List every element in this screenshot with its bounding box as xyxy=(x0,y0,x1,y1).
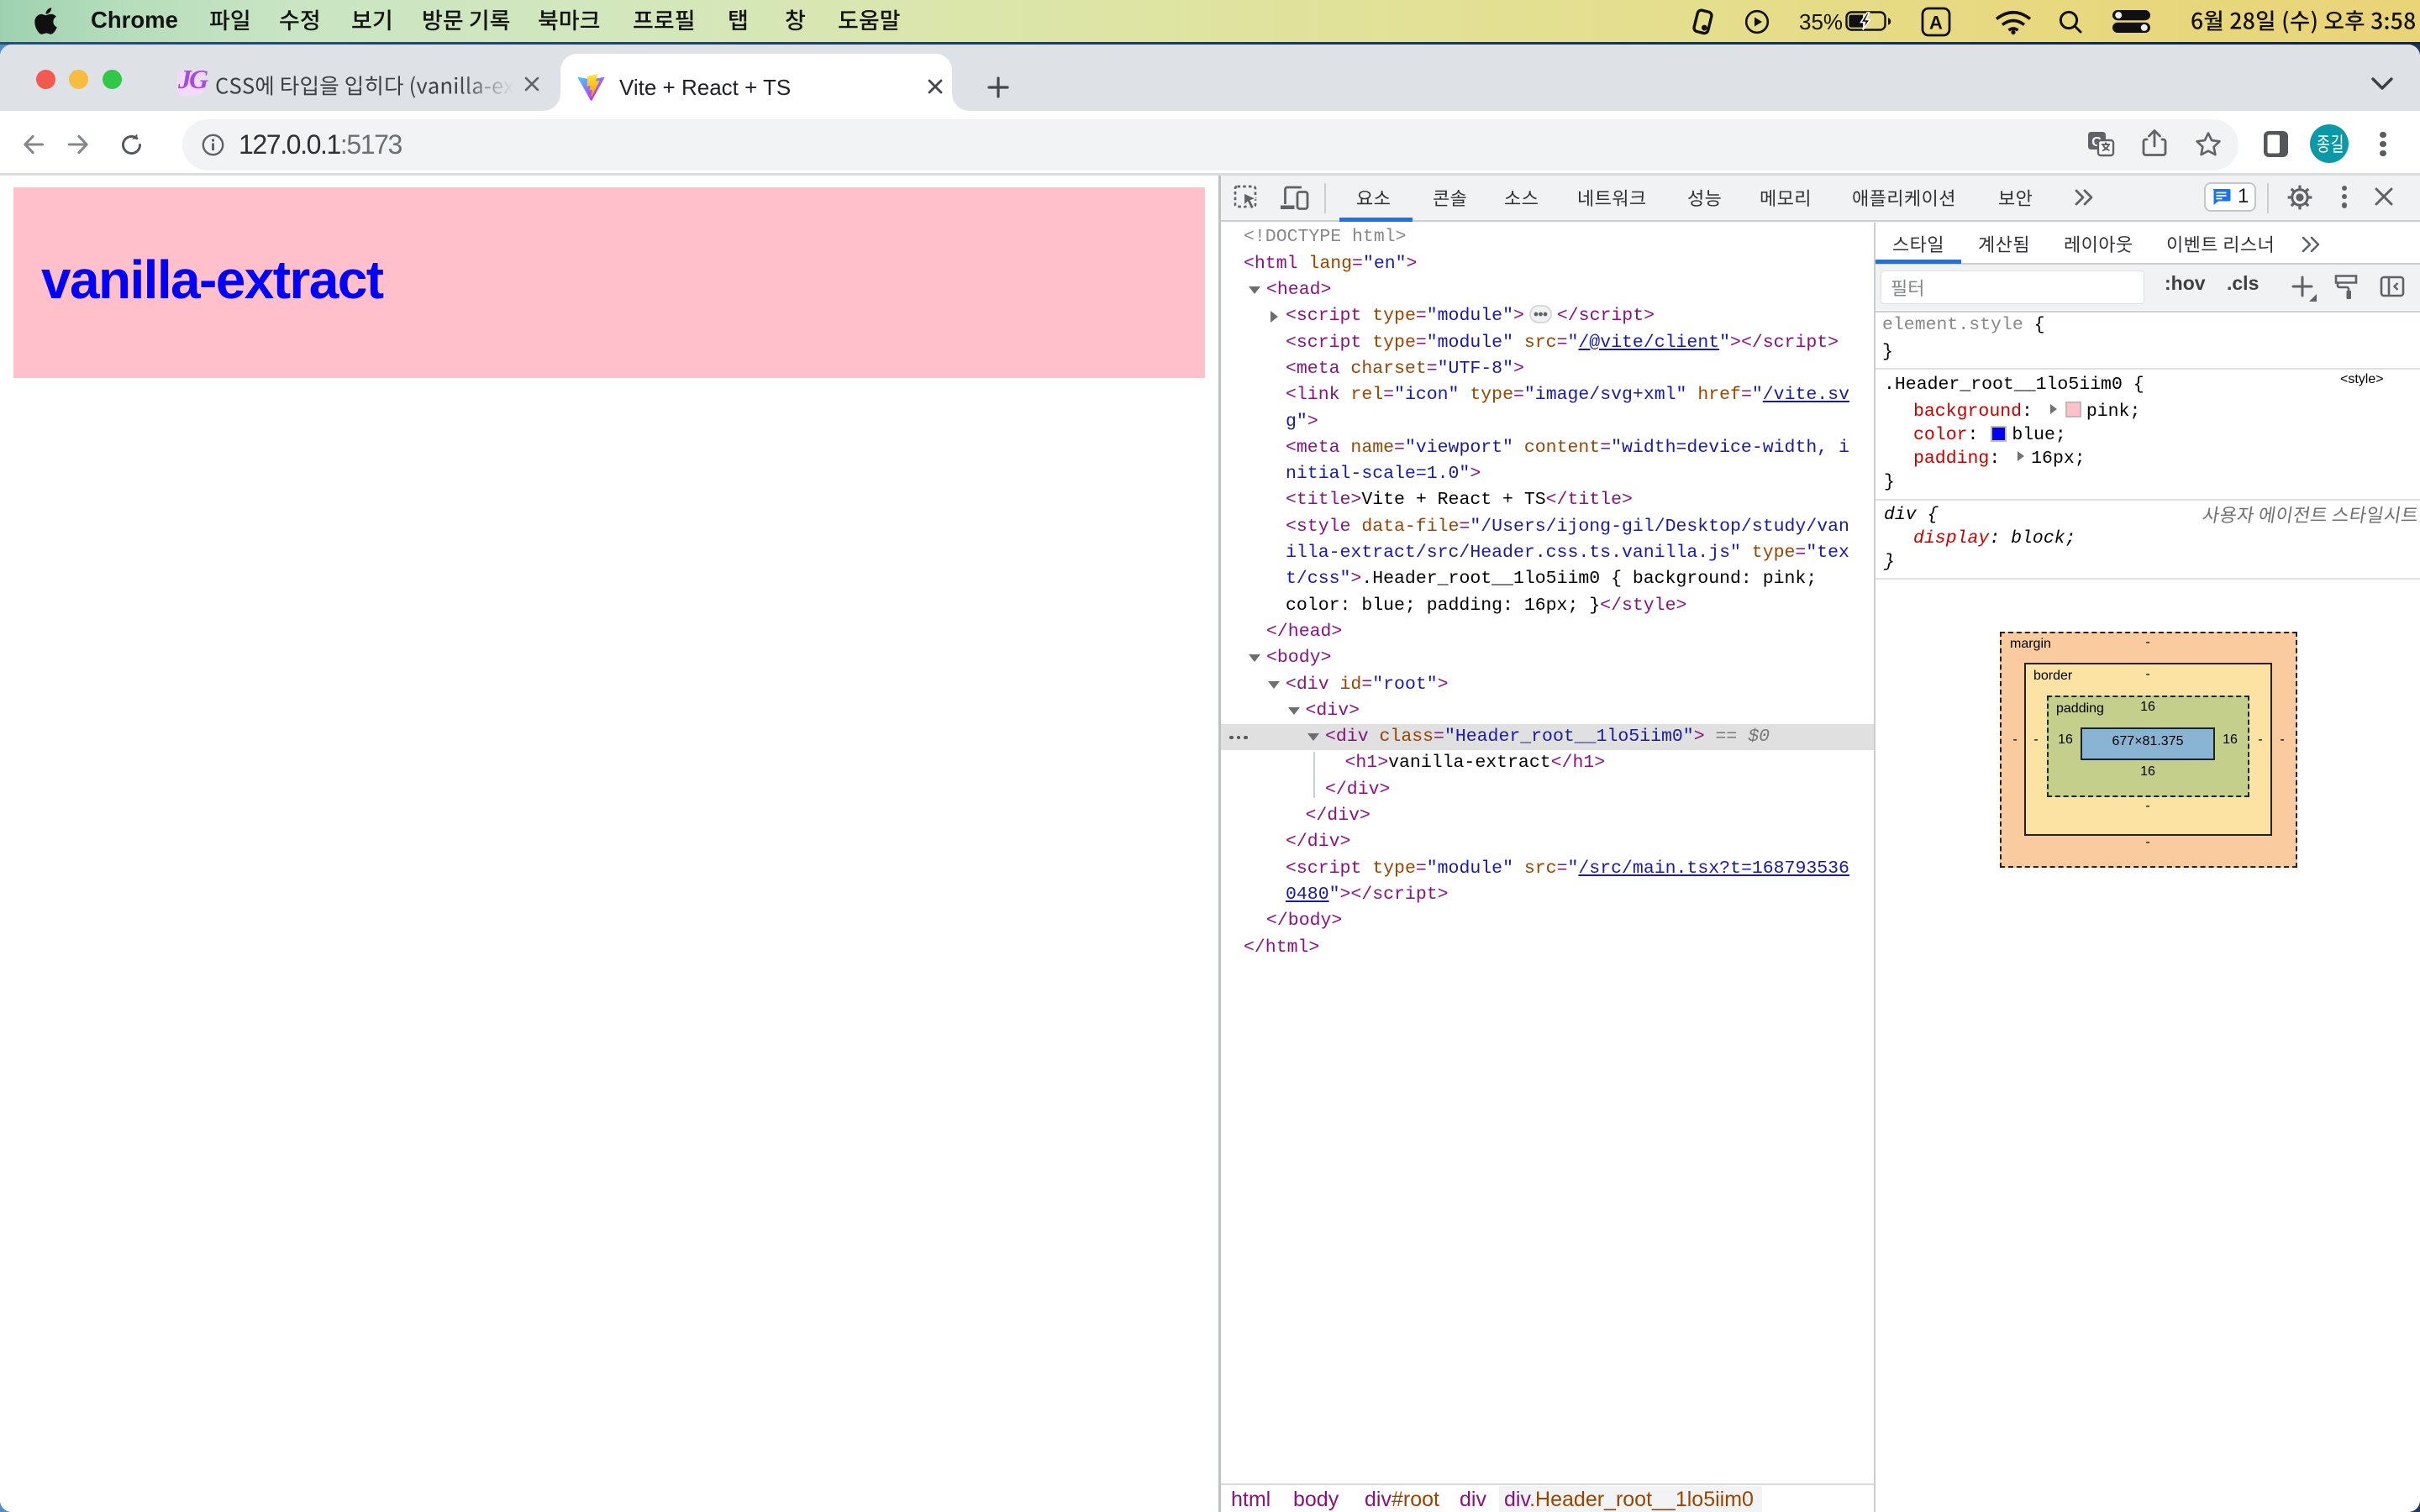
svg-text:A: A xyxy=(1929,13,1943,34)
